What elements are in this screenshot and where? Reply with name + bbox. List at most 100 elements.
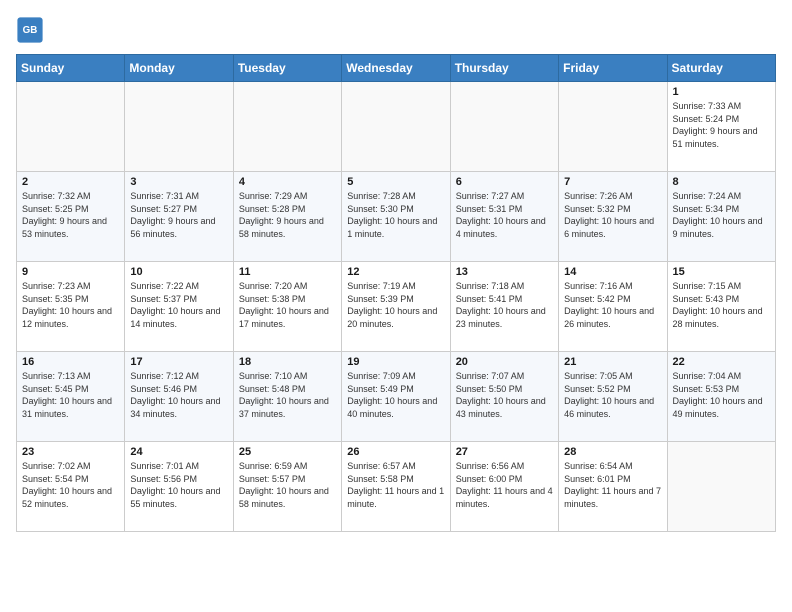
calendar-cell: 14 Sunrise: 7:16 AM Sunset: 5:42 PM Dayli… [559,262,667,352]
calendar-cell: 22 Sunrise: 7:04 AM Sunset: 5:53 PM Dayli… [667,352,775,442]
calendar-cell [125,82,233,172]
weekday-header-saturday: Saturday [667,55,775,82]
day-number: 23 [22,446,119,458]
day-number: 10 [130,266,227,278]
calendar-cell: 8 Sunrise: 7:24 AM Sunset: 5:34 PM Daylig… [667,172,775,262]
day-info: Sunrise: 7:23 AM Sunset: 5:35 PM Dayligh… [22,280,119,330]
calendar-cell: 7 Sunrise: 7:26 AM Sunset: 5:32 PM Daylig… [559,172,667,262]
logo-icon: GB [16,16,44,44]
day-info: Sunrise: 7:02 AM Sunset: 5:54 PM Dayligh… [22,460,119,510]
day-info: Sunrise: 7:12 AM Sunset: 5:46 PM Dayligh… [130,370,227,420]
day-info: Sunrise: 7:16 AM Sunset: 5:42 PM Dayligh… [564,280,661,330]
calendar-cell: 11 Sunrise: 7:20 AM Sunset: 5:38 PM Dayli… [233,262,341,352]
day-number: 19 [347,356,444,368]
day-info: Sunrise: 7:29 AM Sunset: 5:28 PM Dayligh… [239,190,336,240]
day-info: Sunrise: 6:57 AM Sunset: 5:58 PM Dayligh… [347,460,444,510]
day-number: 3 [130,176,227,188]
calendar-cell: 21 Sunrise: 7:05 AM Sunset: 5:52 PM Dayli… [559,352,667,442]
calendar-cell: 27 Sunrise: 6:56 AM Sunset: 6:00 PM Dayli… [450,442,558,532]
day-info: Sunrise: 7:28 AM Sunset: 5:30 PM Dayligh… [347,190,444,240]
weekday-header-tuesday: Tuesday [233,55,341,82]
weekday-header-friday: Friday [559,55,667,82]
day-number: 8 [673,176,770,188]
weekday-header-monday: Monday [125,55,233,82]
day-info: Sunrise: 7:33 AM Sunset: 5:24 PM Dayligh… [673,100,770,150]
calendar-cell: 9 Sunrise: 7:23 AM Sunset: 5:35 PM Daylig… [17,262,125,352]
day-number: 21 [564,356,661,368]
calendar-cell [450,82,558,172]
page-header: GB [16,16,776,44]
day-number: 27 [456,446,553,458]
calendar-week-1: 1 Sunrise: 7:33 AM Sunset: 5:24 PM Daylig… [17,82,776,172]
day-number: 13 [456,266,553,278]
day-number: 2 [22,176,119,188]
day-number: 16 [22,356,119,368]
calendar-cell [342,82,450,172]
logo: GB [16,16,48,44]
day-number: 17 [130,356,227,368]
calendar-cell: 4 Sunrise: 7:29 AM Sunset: 5:28 PM Daylig… [233,172,341,262]
weekday-header-wednesday: Wednesday [342,55,450,82]
calendar-cell [667,442,775,532]
day-number: 11 [239,266,336,278]
calendar-cell [17,82,125,172]
day-info: Sunrise: 7:20 AM Sunset: 5:38 PM Dayligh… [239,280,336,330]
calendar-cell [559,82,667,172]
day-info: Sunrise: 7:22 AM Sunset: 5:37 PM Dayligh… [130,280,227,330]
calendar-table: SundayMondayTuesdayWednesdayThursdayFrid… [16,54,776,532]
day-info: Sunrise: 6:56 AM Sunset: 6:00 PM Dayligh… [456,460,553,510]
day-number: 22 [673,356,770,368]
day-info: Sunrise: 6:54 AM Sunset: 6:01 PM Dayligh… [564,460,661,510]
calendar-cell: 28Sunrise: 6:54 AM Sunset: 6:01 PM Dayli… [559,442,667,532]
calendar-cell: 23 Sunrise: 7:02 AM Sunset: 5:54 PM Dayli… [17,442,125,532]
calendar-cell: 1 Sunrise: 7:33 AM Sunset: 5:24 PM Daylig… [667,82,775,172]
day-number: 4 [239,176,336,188]
day-info: Sunrise: 7:04 AM Sunset: 5:53 PM Dayligh… [673,370,770,420]
day-info: Sunrise: 7:10 AM Sunset: 5:48 PM Dayligh… [239,370,336,420]
day-info: Sunrise: 7:09 AM Sunset: 5:49 PM Dayligh… [347,370,444,420]
day-number: 1 [673,86,770,98]
calendar-cell: 3 Sunrise: 7:31 AM Sunset: 5:27 PM Daylig… [125,172,233,262]
calendar-week-3: 9 Sunrise: 7:23 AM Sunset: 5:35 PM Daylig… [17,262,776,352]
day-info: Sunrise: 7:31 AM Sunset: 5:27 PM Dayligh… [130,190,227,240]
calendar-cell: 18Sunrise: 7:10 AM Sunset: 5:48 PM Dayli… [233,352,341,442]
day-number: 6 [456,176,553,188]
weekday-header-row: SundayMondayTuesdayWednesdayThursdayFrid… [17,55,776,82]
calendar-week-4: 16 Sunrise: 7:13 AM Sunset: 5:45 PM Dayli… [17,352,776,442]
calendar-cell: 20 Sunrise: 7:07 AM Sunset: 5:50 PM Dayli… [450,352,558,442]
calendar-cell: 16 Sunrise: 7:13 AM Sunset: 5:45 PM Dayli… [17,352,125,442]
day-info: Sunrise: 7:19 AM Sunset: 5:39 PM Dayligh… [347,280,444,330]
calendar-cell: 24Sunrise: 7:01 AM Sunset: 5:56 PM Dayli… [125,442,233,532]
day-number: 14 [564,266,661,278]
calendar-week-5: 23 Sunrise: 7:02 AM Sunset: 5:54 PM Dayli… [17,442,776,532]
day-info: Sunrise: 6:59 AM Sunset: 5:57 PM Dayligh… [239,460,336,510]
calendar-cell: 15Sunrise: 7:15 AM Sunset: 5:43 PM Dayli… [667,262,775,352]
calendar-cell: 26 Sunrise: 6:57 AM Sunset: 5:58 PM Dayli… [342,442,450,532]
day-number: 24 [130,446,227,458]
day-number: 26 [347,446,444,458]
day-number: 12 [347,266,444,278]
day-info: Sunrise: 7:15 AM Sunset: 5:43 PM Dayligh… [673,280,770,330]
calendar-cell: 5Sunrise: 7:28 AM Sunset: 5:30 PM Daylig… [342,172,450,262]
calendar-cell: 13Sunrise: 7:18 AM Sunset: 5:41 PM Dayli… [450,262,558,352]
day-info: Sunrise: 7:13 AM Sunset: 5:45 PM Dayligh… [22,370,119,420]
calendar-cell: 2 Sunrise: 7:32 AM Sunset: 5:25 PM Daylig… [17,172,125,262]
day-info: Sunrise: 7:32 AM Sunset: 5:25 PM Dayligh… [22,190,119,240]
weekday-header-sunday: Sunday [17,55,125,82]
day-number: 25 [239,446,336,458]
day-number: 20 [456,356,553,368]
day-info: Sunrise: 7:24 AM Sunset: 5:34 PM Dayligh… [673,190,770,240]
day-info: Sunrise: 7:07 AM Sunset: 5:50 PM Dayligh… [456,370,553,420]
calendar-cell: 19 Sunrise: 7:09 AM Sunset: 5:49 PM Dayli… [342,352,450,442]
svg-text:GB: GB [23,25,38,36]
calendar-cell: 6 Sunrise: 7:27 AM Sunset: 5:31 PM Daylig… [450,172,558,262]
day-number: 7 [564,176,661,188]
day-info: Sunrise: 7:26 AM Sunset: 5:32 PM Dayligh… [564,190,661,240]
day-number: 9 [22,266,119,278]
calendar-cell: 10 Sunrise: 7:22 AM Sunset: 5:37 PM Dayli… [125,262,233,352]
weekday-header-thursday: Thursday [450,55,558,82]
calendar-week-2: 2 Sunrise: 7:32 AM Sunset: 5:25 PM Daylig… [17,172,776,262]
day-info: Sunrise: 7:05 AM Sunset: 5:52 PM Dayligh… [564,370,661,420]
day-info: Sunrise: 7:27 AM Sunset: 5:31 PM Dayligh… [456,190,553,240]
calendar-cell: 12 Sunrise: 7:19 AM Sunset: 5:39 PM Dayli… [342,262,450,352]
